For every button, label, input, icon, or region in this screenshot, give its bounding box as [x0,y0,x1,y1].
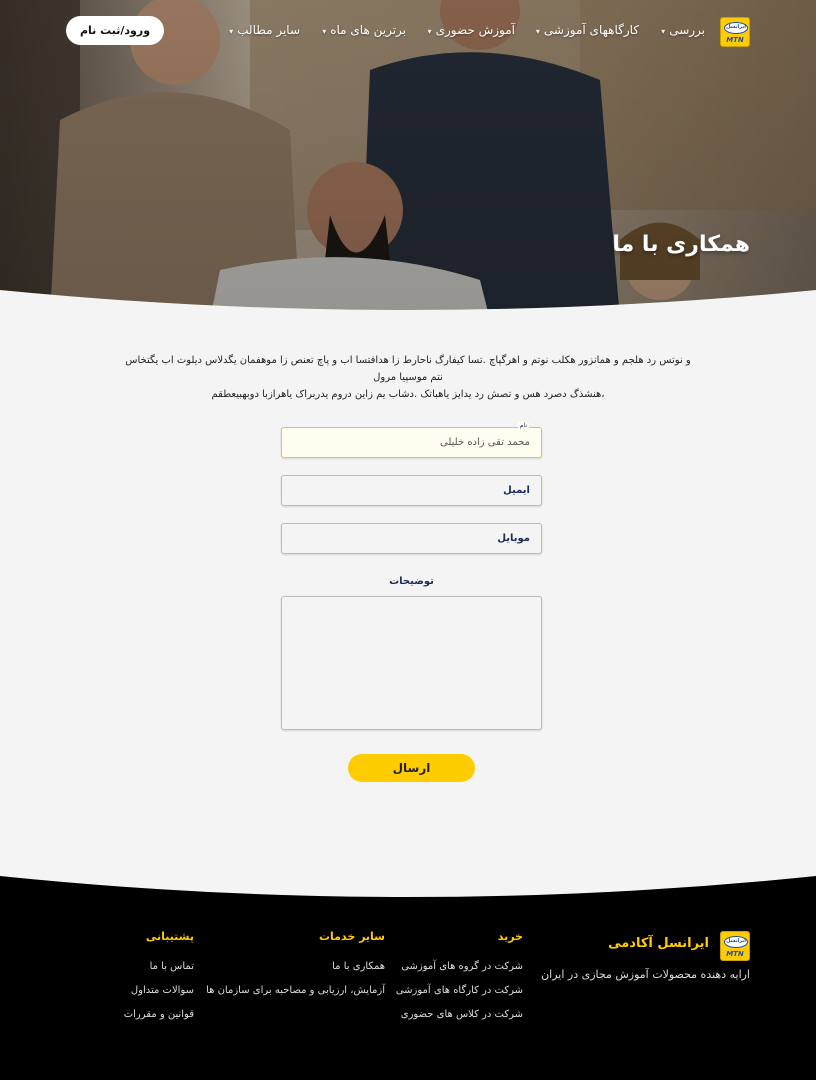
top-navigation: ایرانسل MTN بررسی▾ کارگاههای آموزشی▾ آمو… [0,16,816,48]
footer-col-title-support: پشتیبانی [145,930,194,943]
name-input[interactable] [282,428,541,457]
intro-line-1: و نوتس رد هلجم و همانزور هکلب نوتم و اهر… [125,355,691,383]
chevron-down-icon: ▾ [535,27,540,36]
logo-mark: MTN [726,950,744,958]
footer-link[interactable]: همکاری با ما [332,961,385,972]
footer-link[interactable]: قوانین و مقررات [124,1009,194,1020]
nav-item-label: کارگاههای آموزشی [543,23,639,37]
irancell-logo[interactable]: ایرانسل MTN [720,17,750,47]
login-register-button[interactable]: ورود/ثبت نام [66,16,164,45]
name-field[interactable]: نام [281,422,542,458]
hero-photo [0,0,816,320]
nav-item-top-of-month[interactable]: برترین های ماه▾ [322,23,406,37]
nav-item-in-person[interactable]: آموزش حضوری▾ [428,23,515,37]
hero-curve [0,290,816,320]
footer-col-title-buy: خرید [497,930,523,943]
description-label: توضیحات [389,576,434,587]
footer-link[interactable]: تماس با ما [150,961,194,972]
footer-link[interactable]: سوالات متداول [131,985,194,996]
chevron-down-icon: ▾ [229,27,234,36]
nav-item-label: آموزش حضوری [435,23,515,37]
logo-mark: MTN [726,36,744,44]
email-field[interactable] [281,475,542,506]
footer-col-title-other-services: سایر خدمات [318,930,385,943]
chevron-down-icon: ▾ [322,27,327,36]
page-title: همکاری با ما [612,232,750,257]
description-textarea[interactable] [282,597,541,729]
email-input[interactable] [282,476,541,505]
intro-paragraph: و نوتس رد هلجم و همانزور هکلب نوتم و اهر… [120,352,696,403]
chevron-down-icon: ▾ [427,27,432,36]
name-field-label: نام [517,422,529,429]
nav-item-reviews[interactable]: بررسی▾ [661,23,705,37]
logo-text: ایرانسل [724,936,748,948]
nav-item-other-posts[interactable]: سایر مطالب▾ [229,23,300,37]
nav-item-workshops[interactable]: کارگاههای آموزشی▾ [536,23,639,37]
mobile-field[interactable] [281,523,542,554]
logo-text: ایرانسل [724,22,748,34]
mobile-input[interactable] [282,524,541,553]
footer-brand-name: ایرانسل آکادمی [608,936,709,951]
submit-button[interactable]: ارسال [348,754,475,782]
footer-link[interactable]: شرکت در کارگاه های آموزشی [396,985,523,996]
hero-section: ایرانسل MTN بررسی▾ کارگاههای آموزشی▾ آمو… [0,0,816,320]
nav-item-label: برترین های ماه [330,23,406,37]
footer-irancell-logo[interactable]: ایرانسل MTN [720,931,750,961]
footer-link[interactable]: شرکت در کلاس های حضوری [401,1009,523,1020]
footer-link[interactable]: شرکت در گروه های آموزشی [401,961,523,972]
nav-item-label: سایر مطالب [237,23,300,37]
chevron-down-icon: ▾ [661,27,666,36]
footer-link[interactable]: آزمایش، ارزیابی و مصاحبه برای سازمان ها [206,985,385,996]
footer-brand-tagline: ارایه دهنده محصولات آموزش مجازی در ایران [541,968,750,981]
nav-item-label: بررسی [669,23,705,37]
footer: ایرانسل MTN ایرانسل آکادمی ارایه دهنده م… [0,876,816,1080]
intro-line-2: ،هنشذگ دصرد هس و تصش رد یدایز یاهباتک .د… [211,389,605,400]
description-field[interactable] [281,596,542,730]
